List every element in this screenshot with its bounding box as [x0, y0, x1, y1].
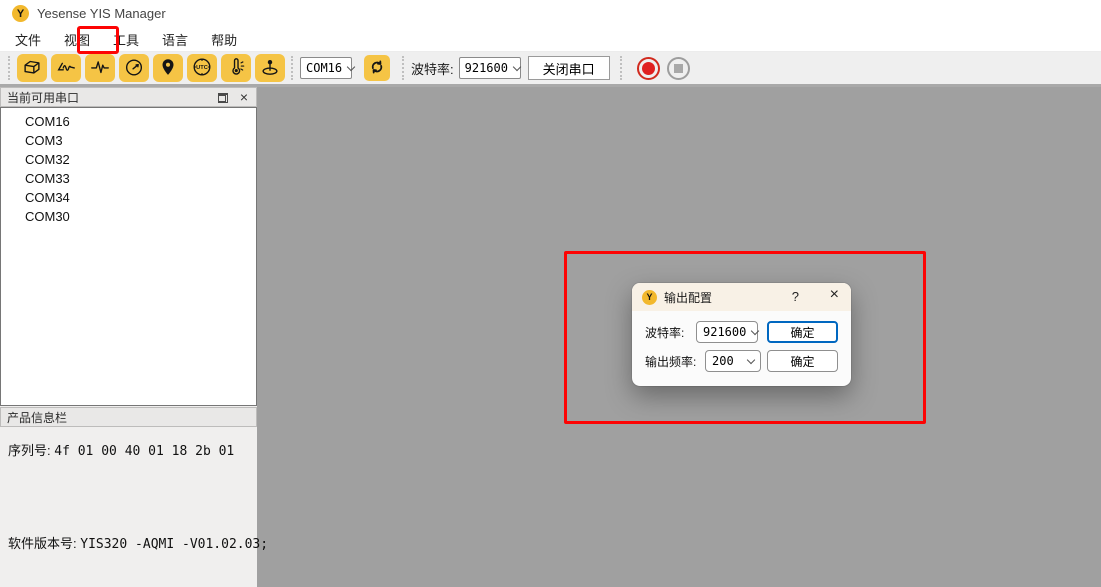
ports-panel-title: 当前可用串口 — [7, 89, 79, 106]
com-port-value: COM16 — [306, 61, 342, 75]
serial-number-label: 序列号: — [8, 443, 51, 458]
dialog-help-button[interactable]: ? — [792, 289, 799, 304]
utc-clock-button[interactable]: UTC — [187, 54, 217, 82]
port-list-item[interactable]: COM33 — [1, 169, 256, 188]
temperature-button[interactable] — [221, 54, 251, 82]
location-button[interactable] — [153, 54, 183, 82]
left-dock-panel: 当前可用串口 × COM16 COM3 COM32 COM33 COM34 CO… — [0, 87, 257, 587]
dialog-titlebar: Y 输出配置 — [632, 283, 851, 311]
serial-port-list: COM16 COM3 COM32 COM33 COM34 COM30 — [0, 107, 257, 406]
port-list-item[interactable]: COM3 — [1, 131, 256, 150]
dialog-title: 输出配置 — [664, 289, 712, 306]
dialog-baud-select[interactable]: 921600 — [696, 321, 758, 343]
baud-rate-value: 921600 — [465, 61, 508, 75]
toolbar-icon-group: UTC — [17, 54, 285, 82]
gauge-button[interactable] — [119, 54, 149, 82]
port-list-item[interactable]: COM34 — [1, 188, 256, 207]
menu-item-file[interactable]: 文件 — [8, 27, 48, 52]
baud-rate-label: 波特率: — [411, 59, 454, 78]
window-title: Yesense YIS Manager — [37, 6, 166, 21]
utc-clock-icon: UTC — [191, 56, 213, 81]
pulse-waveform-icon — [89, 56, 111, 81]
toolbar-drag-handle[interactable] — [291, 56, 294, 80]
menubar: 文件 视图 工具 语言 帮助 — [0, 27, 1101, 52]
cube-3d-icon — [21, 56, 43, 81]
angle-waveform-button[interactable] — [51, 54, 81, 82]
stop-button[interactable] — [667, 57, 690, 80]
port-list-item[interactable]: COM32 — [1, 150, 256, 169]
record-icon — [642, 62, 655, 75]
serial-number-line: 序列号: 4f 01 00 40 01 18 2b 01 — [8, 440, 234, 459]
dialog-baud-label: 波特率: — [645, 324, 684, 341]
svg-text:UTC: UTC — [196, 65, 208, 71]
angle-waveform-icon — [55, 56, 77, 81]
pressure-button[interactable] — [255, 54, 285, 82]
menu-item-view[interactable]: 视图 — [57, 27, 97, 52]
stop-icon — [674, 64, 683, 73]
serial-number-value: 4f 01 00 40 01 18 2b 01 — [54, 444, 234, 459]
chevron-down-icon — [513, 62, 521, 70]
product-info-panel: 序列号: 4f 01 00 40 01 18 2b 01 软件版本号: YIS3… — [0, 428, 257, 587]
ports-panel-header: 当前可用串口 × — [0, 87, 257, 107]
chevron-down-icon — [347, 62, 355, 70]
dialog-logo-icon: Y — [642, 290, 657, 305]
dialog-baud-row: 波特率: — [645, 321, 684, 343]
output-config-dialog: Y 输出配置 ? × 波特率: 921600 确定 输出频率: 200 确定 — [632, 283, 851, 386]
dialog-baud-value: 921600 — [703, 325, 746, 339]
close-panel-icon[interactable]: × — [238, 90, 250, 104]
toolbar: UTC — [0, 52, 1101, 87]
gauge-icon — [123, 56, 145, 81]
port-list-item[interactable]: COM16 — [1, 112, 256, 131]
dialog-close-icon[interactable]: × — [830, 287, 839, 303]
raw-waveform-button[interactable] — [85, 54, 115, 82]
dialog-baud-ok-button[interactable]: 确定 — [767, 321, 838, 343]
location-pin-icon — [157, 56, 179, 81]
record-button[interactable] — [637, 57, 660, 80]
dialog-rate-ok-button[interactable]: 确定 — [767, 350, 838, 372]
software-version-line: 软件版本号: YIS320 -AQMI -V01.02.03; — [8, 533, 268, 552]
dialog-rate-select[interactable]: 200 — [705, 350, 761, 372]
menu-item-tools[interactable]: 工具 — [106, 27, 146, 52]
refresh-ports-button[interactable] — [364, 55, 390, 81]
thermometer-icon — [225, 56, 247, 81]
close-serial-button[interactable]: 关闭串口 — [528, 56, 610, 80]
float-panel-icon[interactable] — [218, 93, 228, 102]
menu-item-language[interactable]: 语言 — [155, 27, 195, 52]
info-panel-title: 产品信息栏 — [7, 409, 67, 426]
pressure-sensor-icon — [259, 56, 281, 81]
app-logo-icon: Y — [12, 5, 29, 22]
port-list-item[interactable]: COM30 — [1, 207, 256, 226]
toolbar-drag-handle[interactable] — [8, 56, 11, 80]
dialog-rate-value: 200 — [712, 354, 734, 368]
menu-item-help[interactable]: 帮助 — [204, 27, 244, 52]
baud-rate-select[interactable]: 921600 — [459, 57, 521, 79]
software-version-label: 软件版本号: — [8, 536, 77, 551]
software-version-value: YIS320 -AQMI -V01.02.03; — [80, 537, 268, 552]
toolbar-drag-handle[interactable] — [402, 56, 405, 80]
dialog-rate-label: 输出频率: — [645, 353, 696, 370]
attitude-3d-button[interactable] — [17, 54, 47, 82]
app-window: Y Yesense YIS Manager 文件 视图 工具 语言 帮助 — [0, 0, 1101, 587]
com-port-select[interactable]: COM16 — [300, 57, 352, 79]
chevron-down-icon — [747, 355, 755, 363]
chevron-down-icon — [751, 326, 759, 334]
toolbar-drag-handle[interactable] — [620, 56, 623, 80]
dialog-rate-row: 输出频率: — [645, 350, 696, 372]
info-panel-header: 产品信息栏 — [0, 407, 257, 427]
titlebar: Y Yesense YIS Manager — [0, 0, 1101, 27]
refresh-icon — [368, 58, 386, 79]
